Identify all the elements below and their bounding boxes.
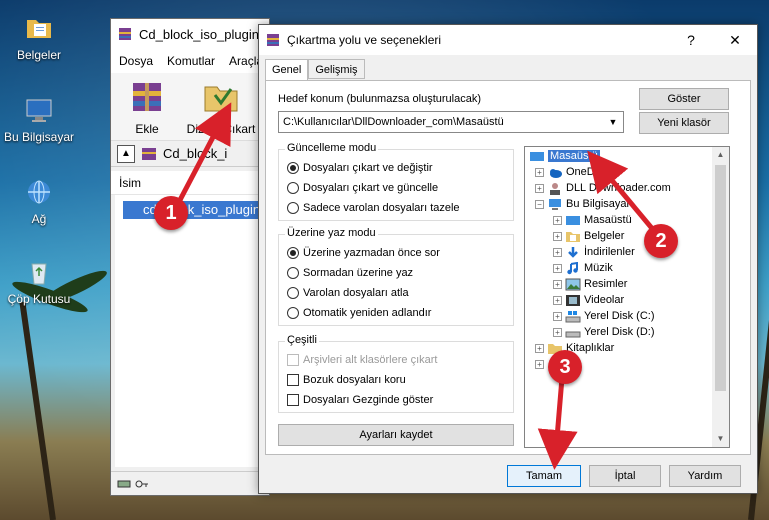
arrow-to-desktop-node [587,150,657,234]
step-marker-1: 1 [154,196,188,230]
step-marker-3: 3 [548,350,582,384]
arrow-to-extract-button [177,102,232,202]
annotation-arrows [177,102,657,470]
step-marker-2: 2 [644,224,678,258]
arrow-to-ok-button [537,377,578,470]
